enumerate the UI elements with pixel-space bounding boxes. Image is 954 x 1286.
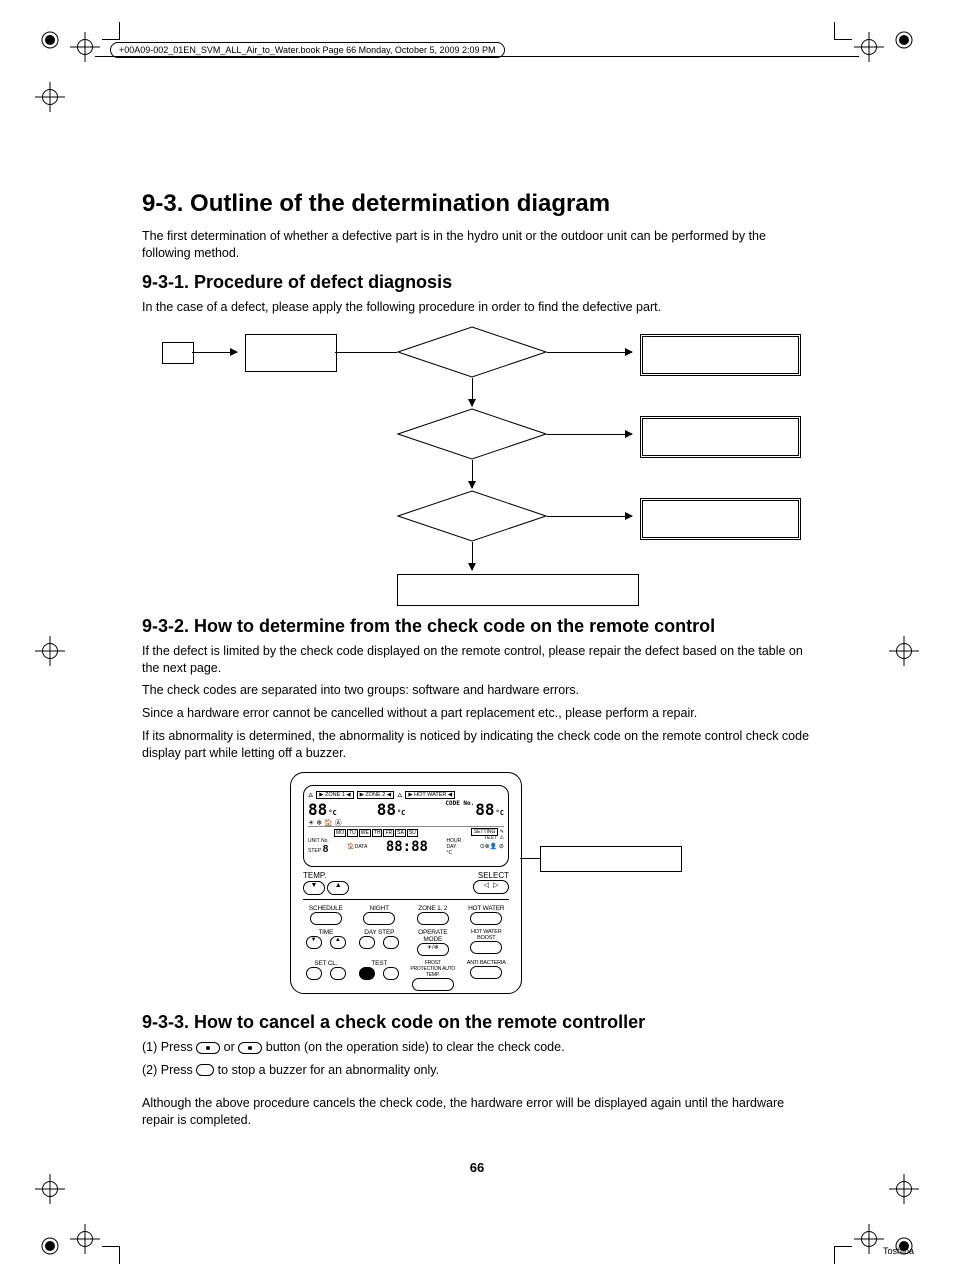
day-button[interactable] — [359, 936, 375, 949]
temp-label: TEMP. — [303, 871, 326, 880]
lcd-hour-label: HOURDAY°C — [446, 838, 461, 856]
flow-result-box — [640, 416, 801, 458]
flow-decision-box — [397, 408, 547, 460]
set-button[interactable] — [306, 967, 322, 980]
flow-decision-box — [397, 490, 547, 542]
lcd-time: 88:88 — [386, 839, 428, 855]
select-button[interactable]: ◁ ▷ — [473, 880, 509, 894]
section-intro: The first determination of whether a def… — [142, 228, 812, 262]
hot-water-button[interactable] — [470, 912, 502, 925]
select-label: SELECT — [478, 871, 509, 880]
button-label: HOT WATER BOOST — [464, 929, 510, 941]
note-text: Although the above procedure cancels the… — [142, 1095, 812, 1129]
step-button[interactable] — [383, 936, 399, 949]
crosshair-icon — [889, 636, 919, 666]
zone-label: ▶ ZONE 2 ◀ — [357, 791, 394, 799]
anti-bacteria-button[interactable] — [470, 966, 502, 979]
crop-mark-icon — [90, 10, 120, 40]
remote-controller-diagram: 🜂 ▶ ZONE 1 ◀ ▶ ZONE 2 ◀ 🜂 ▶ HOT WATER ◀ … — [142, 772, 812, 1002]
power-button-icon — [196, 1042, 220, 1054]
lcd-day-strip: MOTUWETHFRSASU — [334, 829, 418, 837]
subsection-title: 9-3-2. How to determine from the check c… — [142, 616, 812, 637]
flow-arrow-icon — [547, 516, 632, 517]
body-text: If the defect is limited by the check co… — [142, 643, 812, 677]
zone-label: ▶ ZONE 1 ◀ — [316, 791, 353, 799]
night-button[interactable] — [363, 912, 395, 925]
temp-up-button[interactable]: ▲ — [327, 881, 349, 895]
lcd-unit-label: UNIT No.STEP 8 — [308, 838, 329, 855]
flow-process-box — [245, 334, 337, 372]
button-label: TEST — [357, 960, 403, 967]
body-text: Since a hardware error cannot be cancell… — [142, 705, 812, 722]
running-head: +00A09-002_01EN_SVM_ALL_Air_to_Water.boo… — [110, 42, 505, 58]
flow-arrow-icon — [547, 434, 632, 435]
button-label: FROST PROTECTION AUTO TEMP. — [410, 960, 456, 978]
button-label: DAY STEP — [357, 929, 403, 936]
subsection-title: 9-3-3. How to cancel a check code on the… — [142, 1012, 812, 1033]
step-text: (2) Press to stop a buzzer for an abnorm… — [142, 1062, 812, 1079]
button-label: ANTI BACTERIA — [464, 960, 510, 966]
body-text: If its abnormality is determined, the ab… — [142, 728, 812, 762]
clear-button-icon — [196, 1064, 214, 1076]
aux-button[interactable] — [383, 967, 399, 980]
seven-seg: 88 — [377, 800, 396, 819]
hot-water-boost-button[interactable] — [470, 941, 502, 954]
button-label: ZONE 1, 2 — [410, 905, 456, 912]
registration-mark-icon — [40, 30, 60, 50]
zone-button[interactable] — [417, 912, 449, 925]
footer-brand: Toshiba — [883, 1246, 914, 1256]
subsection-title: 9-3-1. Procedure of defect diagnosis — [142, 272, 812, 293]
button-label: SCHEDULE — [303, 905, 349, 912]
clear-button[interactable] — [330, 967, 346, 980]
seven-seg: 88 — [475, 800, 494, 819]
crosshair-icon — [35, 636, 65, 666]
flow-arrow-icon — [472, 460, 473, 488]
section-title: 9-3. Outline of the determination diagra… — [142, 190, 812, 218]
flow-decision-box — [397, 326, 547, 378]
frost-auto-button[interactable] — [412, 978, 454, 991]
lcd-status-icons: ⊙⊗👤 ⊘ — [480, 843, 504, 850]
remote-body: 🜂 ▶ ZONE 1 ◀ ▶ ZONE 2 ◀ 🜂 ▶ HOT WATER ◀ … — [290, 772, 522, 994]
flow-arrow-icon — [547, 352, 632, 353]
flow-process-box — [397, 574, 639, 606]
callout-line — [520, 858, 540, 859]
flow-arrow-icon — [472, 542, 473, 570]
callout-box — [540, 846, 682, 872]
step-text: (1) Press or button (on the operation si… — [142, 1039, 812, 1056]
crosshair-icon — [35, 1174, 65, 1204]
flow-arrow-icon — [192, 352, 237, 353]
registration-mark-icon — [894, 30, 914, 50]
flow-arrow-icon — [472, 378, 473, 406]
page-number: 66 — [470, 1160, 484, 1175]
power-button-icon — [238, 1042, 262, 1054]
schedule-button[interactable] — [310, 912, 342, 925]
crop-mark-icon — [834, 1246, 864, 1276]
button-label: SET CL. — [303, 960, 349, 967]
button-label: OPERATE MODE — [410, 929, 456, 943]
body-text: The check codes are separated into two g… — [142, 682, 812, 699]
time-up-button[interactable]: ▲ — [330, 936, 346, 949]
operate-mode-button[interactable]: ☀/❄ — [417, 943, 449, 956]
seven-seg: 88 — [308, 800, 327, 819]
crop-mark-icon — [834, 10, 864, 40]
remote-lcd: 🜂 ▶ ZONE 1 ◀ ▶ ZONE 2 ◀ 🜂 ▶ HOT WATER ◀ … — [303, 785, 509, 867]
registration-mark-icon — [40, 1236, 60, 1256]
crosshair-icon — [35, 82, 65, 112]
test-button[interactable] — [359, 967, 375, 980]
button-label: NIGHT — [357, 905, 403, 912]
flowchart — [142, 322, 812, 612]
lcd-data-label: 🏠DATA — [347, 843, 367, 850]
time-down-button[interactable]: ▼ — [306, 936, 322, 949]
flow-result-box — [640, 498, 801, 540]
zone-label: ▶ HOT WATER ◀ — [405, 791, 455, 799]
subsection-text: In the case of a defect, please apply th… — [142, 299, 812, 316]
flow-result-box — [640, 334, 801, 376]
button-label: HOT WATER — [464, 905, 510, 912]
code-label: CODE No. — [445, 800, 474, 807]
crosshair-icon — [889, 1174, 919, 1204]
temp-down-button[interactable]: ▼ — [303, 881, 325, 895]
button-label: TIME — [303, 929, 349, 936]
flow-start-box — [162, 342, 194, 364]
crop-mark-icon — [90, 1246, 120, 1276]
